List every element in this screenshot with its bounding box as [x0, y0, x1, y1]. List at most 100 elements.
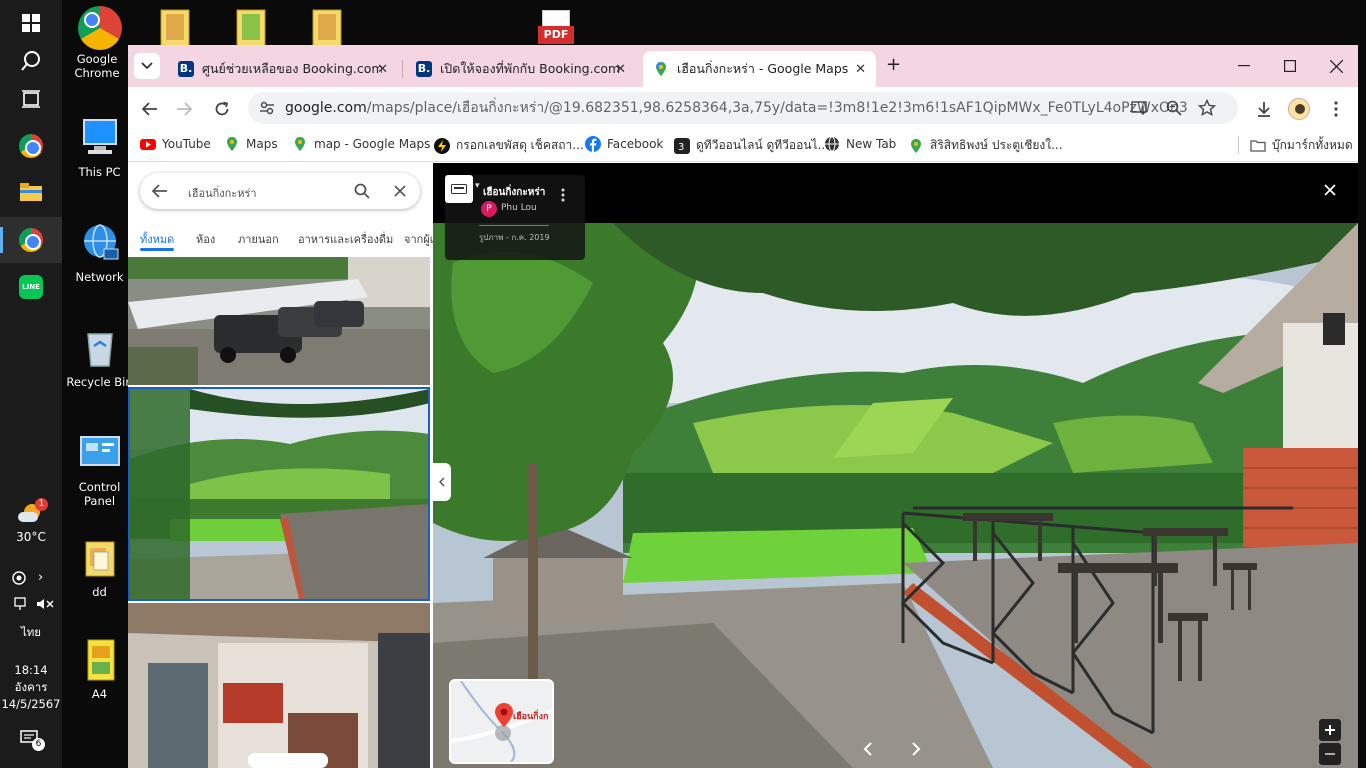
action-center-button[interactable]: 6 — [20, 730, 45, 751]
forward-button[interactable] — [170, 95, 198, 123]
tab-food-drink[interactable]: อาหารและเครื่องดื่ม — [298, 230, 393, 248]
maximize-icon — [1284, 60, 1296, 72]
tab-rooms[interactable]: ห้อง — [196, 230, 215, 248]
task-view-button[interactable] — [0, 76, 62, 122]
collapse-panel-button[interactable] — [433, 463, 451, 501]
arrow-left-icon — [142, 102, 157, 116]
minimize-button[interactable] — [1221, 45, 1267, 87]
taskbar-chrome-active[interactable] — [0, 217, 62, 263]
maximize-button[interactable] — [1267, 45, 1313, 87]
clock-time[interactable]: 18:14 — [0, 662, 62, 678]
taskbar-file-explorer[interactable] — [0, 169, 62, 215]
bookmark-new-tab[interactable]: New Tab — [824, 136, 896, 152]
close-viewer-button[interactable] — [1324, 181, 1336, 200]
bookmark-label: map - Google Maps — [314, 137, 431, 151]
desktop-file-icon[interactable] — [310, 8, 344, 46]
bookmark-sirisitipong[interactable]: สิริสิทธิพงษ์ ประตูเชียงใ... — [908, 136, 1063, 155]
zoom-icon[interactable] — [1166, 100, 1182, 116]
zoom-out-button[interactable] — [1319, 743, 1341, 765]
back-arrow-icon[interactable] — [152, 184, 168, 198]
downloads-button[interactable] — [1250, 95, 1278, 123]
place-name[interactable]: เฮือนกิ่งกะหร่า — [483, 185, 545, 200]
interior-photo — [128, 603, 430, 768]
search-icon[interactable] — [354, 183, 370, 199]
taskbar-line[interactable]: LINE — [0, 264, 62, 310]
weather-badge: 1 — [35, 498, 48, 511]
windows-logo-icon — [22, 14, 40, 32]
bookmark-youtube[interactable]: YouTube — [140, 136, 211, 152]
tab-booking-help[interactable]: B. ศูนย์ช่วยเหลือของ Booking.com ✕ — [168, 51, 398, 87]
desktop-icon-chrome[interactable]: Google Chrome — [62, 6, 137, 80]
bookmark-parcel-tracking[interactable]: กรอกเลขพัสดุ เช็คสถา... — [434, 136, 584, 155]
new-tab-button[interactable]: + — [886, 54, 901, 75]
install-app-icon[interactable] — [1131, 100, 1149, 116]
tray-network-icon[interactable] — [12, 596, 28, 615]
profile-button[interactable] — [1285, 95, 1313, 123]
chrome-icon — [77, 6, 122, 50]
close-icon[interactable]: ✕ — [377, 62, 388, 77]
tab-label: เฮือนกิ่งกะหร่า - Google Maps — [677, 61, 849, 76]
desktop-icon-recycle-bin[interactable]: Recycle Bin — [62, 326, 137, 389]
tab-booking-host[interactable]: B. เปิดให้จองที่พักกับ Booking.com ✕ — [406, 51, 636, 87]
chevron-down-icon[interactable]: ▾ — [475, 181, 480, 191]
minimap-place-label: เฮือนกิ่งก — [513, 712, 549, 722]
desktop-icon-a4[interactable]: A4 — [62, 638, 137, 701]
tab-google-maps[interactable]: เฮือนกิ่งกะหร่า - Google Maps ✕ — [643, 51, 876, 87]
desktop-file-icon[interactable] — [234, 8, 268, 46]
tray-chevron-icon[interactable]: › — [38, 570, 43, 585]
maps-content: เฮือนกิ่งกะหร่า ทั้งหมด ห้อง ภายนอก อาหา… — [128, 163, 1358, 768]
tab-separator — [402, 60, 403, 78]
weather-widget[interactable]: 1 30°C — [0, 498, 62, 544]
desktop-icon-network[interactable]: Network — [62, 221, 137, 284]
maps-search-box[interactable]: เฮือนกิ่งกะหร่า — [140, 173, 420, 209]
search-input[interactable]: เฮือนกิ่งกะหร่า — [188, 184, 257, 202]
desktop-icon-control-panel[interactable]: Control Panel — [62, 431, 137, 508]
close-icon[interactable]: ✕ — [615, 62, 626, 77]
desktop-icon-this-pc[interactable]: This PC — [62, 116, 137, 179]
site-settings-icon[interactable] — [259, 100, 275, 116]
download-icon — [1258, 102, 1270, 117]
photo-thumbnail-parking[interactable] — [128, 257, 430, 385]
tab-by-owner[interactable]: จากผู้เ — [404, 230, 433, 248]
photo-thumbnail-terrace-selected[interactable] — [128, 387, 430, 601]
bookmark-facebook[interactable]: Facebook — [585, 136, 663, 152]
desktop-icon-dd[interactable]: dd — [62, 536, 137, 599]
minimap[interactable]: เฮือนกิ่งก — [449, 679, 554, 764]
tab-exterior[interactable]: ภายนอก — [238, 230, 279, 248]
tray-location-icon[interactable] — [12, 570, 26, 589]
input-language[interactable]: ไทย — [0, 624, 62, 640]
keyboard-shortcuts-button[interactable] — [445, 175, 473, 203]
reload-button[interactable] — [208, 95, 236, 123]
photo-thumbnail-interior[interactable] — [128, 603, 430, 768]
back-button[interactable] — [136, 95, 164, 123]
url-path: /maps/place/เฮือนกิ่งกะหร่า/@19.682351,9… — [366, 100, 1187, 116]
all-bookmarks-button[interactable]: บุ๊กมาร์กทั้งหมด — [1250, 136, 1353, 155]
close-window-button[interactable] — [1313, 45, 1359, 87]
pdf-label: PDF — [538, 26, 574, 44]
more-options-button[interactable] — [561, 187, 565, 206]
clear-icon[interactable] — [394, 185, 406, 197]
tab-search-button[interactable] — [134, 53, 160, 79]
chrome-menu-button[interactable] — [1322, 95, 1350, 123]
main-photo[interactable] — [433, 223, 1358, 768]
desktop-icon-label: A4 — [91, 687, 108, 701]
tab-all[interactable]: ทั้งหมด — [140, 230, 175, 251]
desktop-pdf-icon[interactable]: PDF — [538, 10, 574, 46]
close-icon[interactable]: ✕ — [855, 62, 866, 77]
author-name[interactable]: Phu Lou — [501, 203, 537, 213]
bookmark-online-tv[interactable]: 3 ดูทีวีออนไลน์ ดูทีวีออนไ... — [674, 136, 829, 155]
taskbar-chrome[interactable] — [0, 123, 62, 169]
bookmark-star-icon[interactable] — [1198, 99, 1216, 117]
previous-photo-button[interactable] — [863, 741, 873, 760]
address-bar[interactable]: google.com/maps/place/เฮือนกิ่งกะหร่า/@1… — [248, 92, 1238, 124]
tray-volume-muted-icon[interactable] — [36, 596, 54, 615]
next-photo-button[interactable] — [911, 741, 921, 760]
desktop-file-icon[interactable] — [158, 8, 192, 46]
map-pin-icon — [495, 703, 513, 727]
bookmark-map-google-maps[interactable]: map - Google Maps — [292, 136, 430, 152]
plus-icon — [1325, 725, 1335, 735]
desktop-icon-label: Control Panel — [78, 480, 121, 508]
zoom-in-button[interactable] — [1319, 719, 1341, 741]
control-panel-icon — [79, 436, 120, 466]
bookmark-maps[interactable]: Maps — [224, 136, 278, 152]
